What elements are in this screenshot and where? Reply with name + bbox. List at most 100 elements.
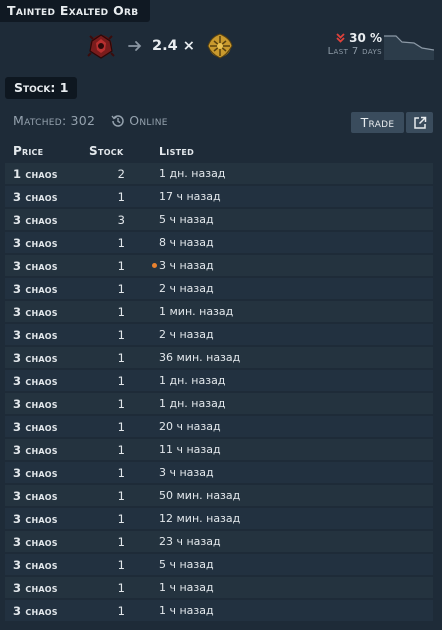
row-listed-text: 36 мин. назад [159, 351, 241, 364]
matched-label: Matched: [13, 113, 67, 128]
row-listed: 1 ч назад [125, 604, 214, 617]
row-listed-text: 5 ч назад [159, 558, 214, 571]
row-stock: 1 [117, 534, 125, 549]
row-listed: 1 дн. назад [125, 374, 225, 387]
table-row[interactable]: 3 chaos 1 20 ч назад [5, 416, 433, 437]
row-price: 3 chaos [13, 534, 58, 549]
table-row[interactable]: 3 chaos 1 17 ч назад [5, 186, 433, 207]
row-listed-text: 17 ч назад [159, 190, 221, 203]
row-listed-text: 1 дн. назад [159, 374, 226, 387]
row-stock: 1 [117, 396, 125, 411]
row-price: 3 chaos [13, 350, 58, 365]
table-row[interactable]: 3 chaos 1 1 ч назад [5, 577, 433, 598]
double-chevron-down-icon [336, 33, 345, 43]
row-listed-text: 3 ч назад [159, 466, 214, 479]
row-listed: 5 ч назад [125, 558, 214, 571]
table-row[interactable]: 3 chaos 1 1 дн. назад [5, 393, 433, 414]
row-stock: 1 [117, 304, 125, 319]
row-price: 3 chaos [13, 258, 58, 273]
row-price: 3 chaos [13, 465, 58, 480]
row-listed: 2 ч назад [125, 328, 214, 341]
table-body: 1 chaos 2 1 дн. назад 3 chaos 1 17 ч назад 3 c… [5, 163, 433, 621]
row-stock: 1 [117, 189, 125, 204]
row-price: 3 chaos [13, 511, 58, 526]
trade-button[interactable]: Trade [351, 112, 404, 133]
table-row[interactable]: 3 chaos 1 1 ч назад [5, 600, 433, 621]
table-row[interactable]: 3 chaos 1 8 ч назад [5, 232, 433, 253]
table-row[interactable]: 3 chaos 1 11 ч назад [5, 439, 433, 460]
row-listed-text: 1 мин. назад [159, 305, 234, 318]
row-listed: 5 ч назад [125, 213, 214, 226]
matched-status: Matched: 302 Online [13, 113, 168, 128]
row-listed-text: 1 дн. назад [159, 397, 226, 410]
row-listed-text: 8 ч назад [159, 236, 214, 249]
table-row[interactable]: 3 chaos 1 23 ч назад [5, 531, 433, 552]
row-stock: 2 [117, 166, 125, 181]
row-price: 3 chaos [13, 419, 58, 434]
change-period-label: Last 7 days [327, 46, 382, 57]
item-title: Tainted Exalted Orb [0, 0, 151, 22]
table-row[interactable]: 3 chaos 1 3 ч назад [5, 462, 433, 483]
row-price: 3 chaos [13, 396, 58, 411]
row-price: 3 chaos [13, 281, 58, 296]
row-price: 3 chaos [13, 580, 58, 595]
row-stock: 1 [117, 557, 125, 572]
row-price: 1 chaos [13, 166, 58, 181]
stock-filter-pill[interactable]: Stock: 1 [5, 77, 78, 99]
chaos-orb-icon [207, 33, 233, 59]
listings-table: Price Stock Listed 1 chaos 2 1 дн. назад 3 … [5, 141, 433, 621]
row-price: 3 chaos [13, 235, 58, 250]
row-price: 3 chaos [13, 373, 58, 388]
row-listed-text: 2 ч назад [159, 328, 214, 341]
table-row[interactable]: 3 chaos 1 12 мин. назад [5, 508, 433, 529]
row-listed: 11 ч назад [125, 443, 221, 456]
row-stock: 1 [117, 580, 125, 595]
matched-count: 302 [70, 113, 96, 128]
row-stock: 1 [117, 235, 125, 250]
row-listed: 17 ч назад [125, 190, 221, 203]
header-price[interactable]: Price [5, 144, 99, 158]
online-dot-icon [152, 263, 157, 268]
table-row[interactable]: 1 chaos 2 1 дн. назад [5, 163, 433, 184]
table-row[interactable]: 3 chaos 1 2 ч назад [5, 278, 433, 299]
online-status[interactable]: Online [129, 113, 167, 128]
row-stock: 1 [117, 603, 125, 618]
row-listed: 3 ч назад [125, 259, 214, 272]
row-stock: 1 [117, 465, 125, 480]
row-listed-text: 23 ч назад [159, 535, 221, 548]
table-row[interactable]: 3 chaos 1 36 мин. назад [5, 347, 433, 368]
table-row[interactable]: 3 chaos 1 1 дн. назад [5, 370, 433, 391]
row-listed-text: 20 ч назад [159, 420, 221, 433]
table-row[interactable]: 3 chaos 3 5 ч назад [5, 209, 433, 230]
row-stock: 1 [117, 258, 125, 273]
header-listed[interactable]: Listed [125, 145, 194, 158]
header-stock[interactable]: Stock [89, 144, 125, 158]
rate-value: 2.4 × [152, 38, 195, 54]
table-row[interactable]: 3 chaos 1 3 ч назад [5, 255, 433, 276]
table-row[interactable]: 3 chaos 1 50 мин. назад [5, 485, 433, 506]
table-row[interactable]: 3 chaos 1 1 мин. назад [5, 301, 433, 322]
row-listed-text: 12 мин. назад [159, 512, 241, 525]
row-listed: 12 мин. назад [125, 512, 240, 525]
row-listed-text: 1 дн. назад [159, 167, 226, 180]
row-price: 3 chaos [13, 304, 58, 319]
tainted-exalted-orb-icon [87, 34, 115, 59]
row-listed-text: 2 ч назад [159, 282, 214, 295]
row-stock: 1 [117, 373, 125, 388]
table-row[interactable]: 3 chaos 1 5 ч назад [5, 554, 433, 575]
row-listed: 3 ч назад [125, 466, 214, 479]
row-listed-text: 3 ч назад [159, 259, 214, 272]
change-percent: 30 % [349, 31, 382, 45]
row-price: 3 chaos [13, 442, 58, 457]
row-stock: 1 [117, 488, 125, 503]
row-listed-text: 1 ч назад [159, 581, 214, 594]
open-external-button[interactable] [406, 112, 433, 133]
table-row[interactable]: 3 chaos 1 2 ч назад [5, 324, 433, 345]
row-listed: 1 дн. назад [125, 167, 225, 180]
row-price: 3 chaos [13, 212, 58, 227]
row-price: 3 chaos [13, 557, 58, 572]
arrow-right-icon [128, 41, 142, 51]
row-listed-text: 50 мин. назад [159, 489, 241, 502]
row-stock: 1 [117, 327, 125, 342]
history-icon[interactable] [111, 114, 125, 128]
